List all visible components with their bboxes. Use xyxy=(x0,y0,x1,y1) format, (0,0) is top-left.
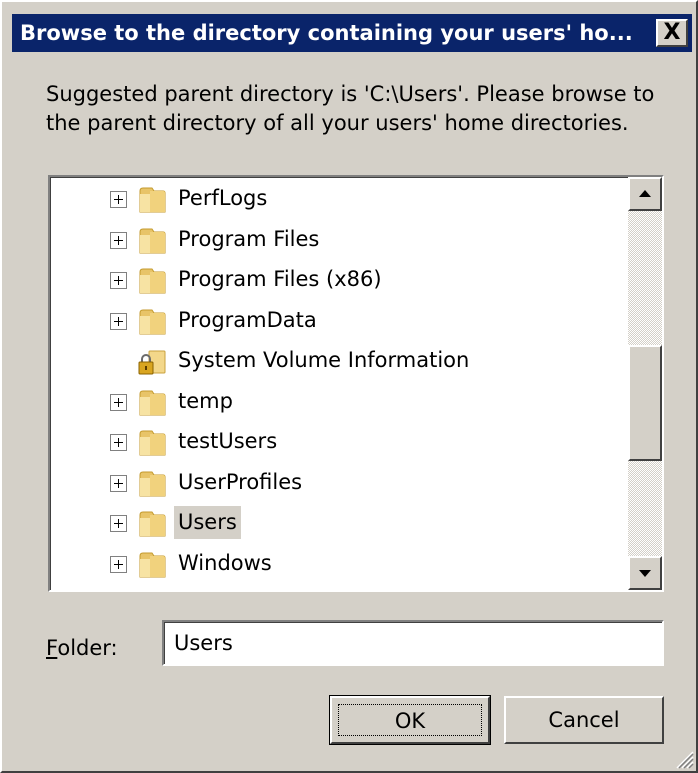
folder-icon xyxy=(139,471,166,496)
expand-icon[interactable] xyxy=(110,515,127,532)
folder-icon xyxy=(139,430,166,456)
tree-item[interactable]: Windows xyxy=(50,546,620,582)
folder-icon xyxy=(139,390,166,415)
tree-item[interactable]: Program Files xyxy=(50,222,620,258)
tree-item-label: Program Files xyxy=(178,226,320,251)
folder-label: Folder: xyxy=(46,636,118,660)
tree-item[interactable]: System Volume Information xyxy=(50,343,620,379)
tree-item-label: ProgramData xyxy=(178,307,317,332)
tree-item-label: testUsers xyxy=(178,429,278,453)
vertical-scrollbar[interactable] xyxy=(628,177,662,590)
browse-dialog: Browse to the directory containing your … xyxy=(0,0,698,773)
folder-label-text: older: xyxy=(57,636,118,660)
folder-icon xyxy=(139,511,166,537)
folder-icon xyxy=(139,187,166,213)
tree-item[interactable]: UserProfiles xyxy=(50,465,620,501)
tree-item-label: temp xyxy=(178,388,233,413)
arrow-up-icon xyxy=(639,190,651,197)
folder-icon xyxy=(139,228,166,253)
tree-item-label: PerfLogs xyxy=(178,186,268,210)
expand-icon[interactable] xyxy=(110,231,127,249)
folder-label-accelerator: F xyxy=(46,636,58,660)
description-text: Suggested parent directory is 'C:\Users'… xyxy=(46,82,655,135)
tree-item[interactable]: PerfLogs xyxy=(50,181,620,217)
tree-item[interactable]: Users xyxy=(50,505,620,541)
expand-icon[interactable] xyxy=(110,474,127,492)
tree-item-label: Program Files (x86) xyxy=(178,267,382,291)
ok-button-label: OK xyxy=(338,704,482,736)
ok-button[interactable]: OK xyxy=(329,695,491,745)
tree-item-label: System Volume Information xyxy=(178,348,470,372)
close-icon: X xyxy=(663,20,681,45)
folder-icon xyxy=(139,309,166,334)
folder-icon xyxy=(139,552,166,577)
expand-icon[interactable] xyxy=(110,555,127,573)
title-bar[interactable]: Browse to the directory containing your … xyxy=(12,14,692,52)
scroll-thumb[interactable] xyxy=(628,345,662,461)
expand-icon[interactable] xyxy=(110,393,127,411)
tree-item[interactable]: ProgramData xyxy=(50,303,620,339)
expand-icon[interactable] xyxy=(110,272,127,289)
tree-item-label: UserProfiles xyxy=(178,469,303,494)
locked-folder-icon xyxy=(138,350,166,375)
scroll-down-button[interactable] xyxy=(628,556,662,590)
cancel-button[interactable]: Cancel xyxy=(504,696,664,744)
folder-tree[interactable]: PerfLogs Program Files Program Files (x86)… xyxy=(48,175,664,592)
folder-icon xyxy=(139,268,166,294)
resize-grip-icon[interactable] xyxy=(672,747,694,769)
tree-item-label: Users xyxy=(174,506,241,539)
folder-input[interactable] xyxy=(162,620,664,666)
close-button[interactable]: X xyxy=(656,19,688,47)
expand-icon[interactable] xyxy=(110,191,127,208)
expand-icon[interactable] xyxy=(110,434,127,451)
tree-item[interactable]: Program Files (x86) xyxy=(50,262,620,298)
dialog-title: Browse to the directory containing your … xyxy=(20,21,633,45)
tree-item-label: Windows xyxy=(178,550,272,575)
tree-item[interactable]: temp xyxy=(50,384,620,420)
expand-icon[interactable] xyxy=(110,312,127,330)
scroll-up-button[interactable] xyxy=(628,177,662,211)
tree-item[interactable]: testUsers xyxy=(50,424,620,460)
arrow-down-icon xyxy=(639,570,651,577)
